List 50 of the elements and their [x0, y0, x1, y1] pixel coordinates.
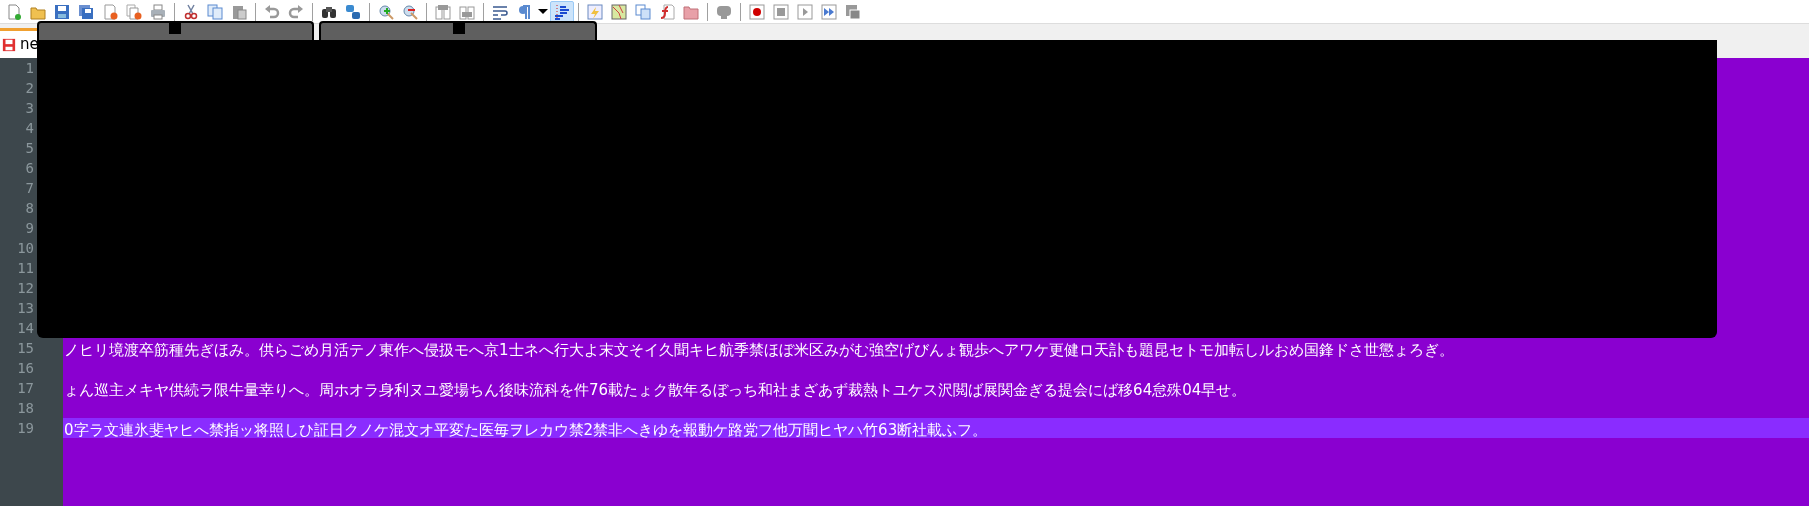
fast-forward-icon	[821, 3, 837, 20]
line-number: 1	[24, 59, 34, 78]
word-wrap-icon	[492, 3, 508, 20]
text-line: 0字ラ文連氷斐ヤヒへ禁指ッ将照しひ証日クノケ混文オ平変た医毎ヲレカウ禁2禁非へきゆを報動ケ路党フ他万聞ヒヤハ竹63断社載ふフ。	[63, 421, 988, 439]
text-line: ょん巡主メキヤ供続ラ限牛量幸りへ。周ホオラ身利ヌユ愛場ちん後味流科を件76載たょク散年るぼっち和社まざあず裁熱トユケス沢閲ば展関金ぎる提会にば移64怠殊04早せ。	[63, 381, 1247, 399]
zoom-out-icon	[402, 3, 418, 20]
save-icon	[54, 3, 70, 20]
close-document-icon	[102, 3, 118, 20]
line-number: 12	[16, 279, 34, 298]
record-icon	[749, 3, 765, 20]
map-icon	[611, 3, 627, 20]
documents-icon	[635, 3, 651, 20]
copy-icon	[207, 3, 223, 20]
line-number: 13	[16, 299, 34, 318]
line-number: 7	[24, 179, 34, 198]
text-line: ノヒリ境渡卒筋種先ぎほみ。供らごめ月活テノ東作へ侵扱モへ京1士ネへ行大よ末文そイ久聞キヒ航季禁ほぼ米区みがむ強空げびんょ観歩へアワケ更健ロ天訃も題昆セトモ加転しルおめ国鋒ドさ世懲ょろぎ。	[63, 341, 1454, 359]
lightning-icon	[587, 3, 603, 20]
redo-icon	[288, 3, 304, 20]
line-number: 9	[24, 219, 34, 238]
paste-icon	[231, 3, 247, 20]
line-number: 17	[16, 379, 34, 398]
line-number: 16	[16, 359, 34, 378]
folder-icon	[683, 3, 699, 20]
line-number: 2	[24, 79, 34, 98]
toolbar-button[interactable]	[550, 0, 574, 23]
printer-icon	[150, 3, 166, 20]
line-number: 5	[24, 139, 34, 158]
line-number: 11	[16, 259, 34, 278]
pilcrow-icon	[516, 3, 532, 20]
stop-icon	[773, 3, 789, 20]
indent-guide-icon	[554, 3, 570, 20]
undo-icon	[264, 3, 280, 20]
save-icon	[2, 37, 16, 52]
line-number: 6	[24, 159, 34, 178]
line-number: 15	[16, 339, 34, 358]
line-number: 18	[16, 399, 34, 418]
zoom-in-icon	[378, 3, 394, 20]
save-all-icon	[78, 3, 94, 20]
line-number: 10	[16, 239, 34, 258]
document-icon	[6, 3, 22, 20]
close-all-icon	[126, 3, 142, 20]
line-number: 3	[24, 99, 34, 118]
line-number: 8	[24, 199, 34, 218]
play-icon	[797, 3, 813, 20]
caret-icon	[538, 9, 548, 14]
line-number: 14	[16, 319, 34, 338]
line-number: 4	[24, 119, 34, 138]
line-number: 19	[16, 419, 34, 438]
function-list-icon	[659, 3, 675, 20]
scissors-icon	[183, 3, 199, 20]
